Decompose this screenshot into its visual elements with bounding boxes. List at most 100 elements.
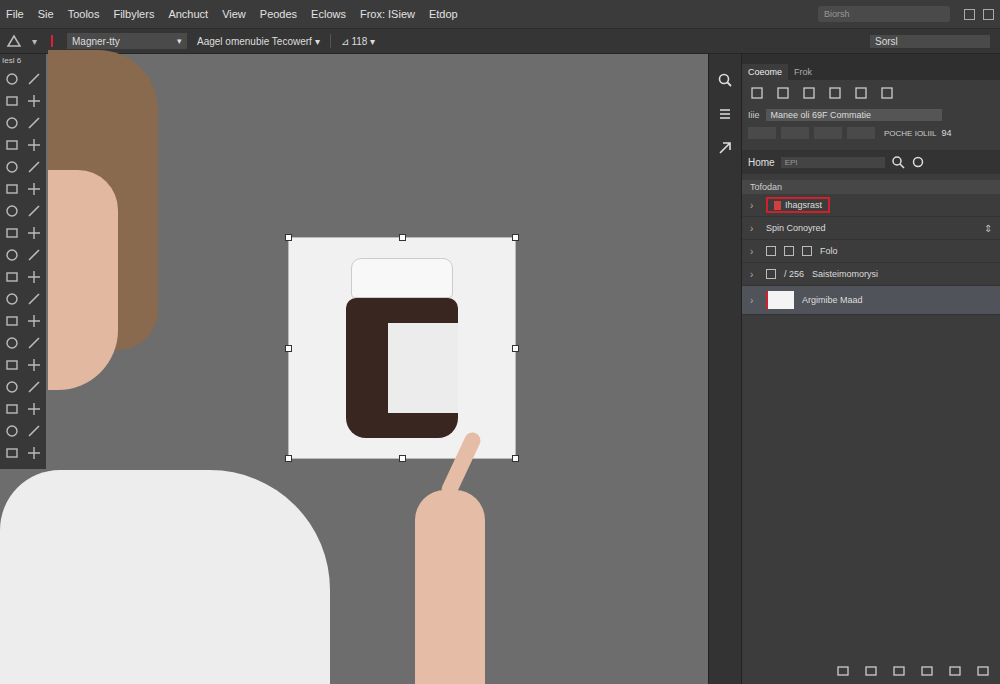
panel-action-icon[interactable]: [976, 664, 990, 678]
panel-action-icon[interactable]: [836, 664, 850, 678]
preset-field[interactable]: Manee oli 69F Commatie: [766, 109, 942, 121]
maximize-icon[interactable]: [983, 9, 994, 20]
tool-icon[interactable]: [26, 159, 42, 175]
option-button[interactable]: [781, 127, 809, 139]
tool-icon[interactable]: [4, 203, 20, 219]
row-number: 94: [941, 128, 951, 138]
size-select[interactable]: ⊿ 118 ▾: [341, 36, 376, 47]
options-row: POCHE IOLIIL94: [742, 124, 1000, 142]
tool-icon[interactable]: [26, 423, 42, 439]
tool-icon[interactable]: [4, 445, 20, 461]
tool-icon[interactable]: [4, 401, 20, 417]
menu-item[interactable]: Eclows: [311, 8, 346, 20]
tool-icon[interactable]: [26, 269, 42, 285]
panel-footer: [742, 660, 1000, 684]
arrow-icon[interactable]: [717, 140, 733, 156]
visibility-icon[interactable]: ›: [750, 295, 758, 306]
tool-icon[interactable]: [26, 115, 42, 131]
option-button[interactable]: [847, 127, 875, 139]
visibility-icon[interactable]: ›: [750, 246, 758, 257]
panel-tool-icon[interactable]: [802, 86, 816, 100]
layer-row[interactable]: ›Argimibe Maad: [742, 286, 1000, 315]
tool-icon[interactable]: [4, 225, 20, 241]
tool-icon[interactable]: [4, 115, 20, 131]
tool-preset-dropdown[interactable]: Magner-tty▾: [67, 33, 187, 49]
section-header: Tofodan: [742, 180, 1000, 194]
tool-icon[interactable]: [4, 71, 20, 87]
menu-item[interactable]: Toolos: [68, 8, 100, 20]
tool-icon[interactable]: [4, 357, 20, 373]
menu-item[interactable]: Frox: ISiew: [360, 8, 415, 20]
tool-icon[interactable]: [6, 34, 22, 48]
menu-item[interactable]: Etdop: [429, 8, 458, 20]
tool-icon[interactable]: [4, 379, 20, 395]
panel-tab[interactable]: Coeome: [742, 64, 788, 80]
tool-icon[interactable]: [26, 335, 42, 351]
home-field[interactable]: EPI: [781, 157, 885, 168]
tool-icon[interactable]: [26, 225, 42, 241]
person-photo: [48, 50, 338, 684]
tool-icon[interactable]: [4, 269, 20, 285]
panel-tool-icon[interactable]: [776, 86, 790, 100]
tool-icon[interactable]: [26, 247, 42, 263]
layer-row[interactable]: ›/ 256Saisteimomorysi: [742, 263, 1000, 286]
properties-icon[interactable]: [717, 106, 733, 122]
panel-action-icon[interactable]: [948, 664, 962, 678]
panel-tool-icon[interactable]: [828, 86, 842, 100]
refresh-icon[interactable]: [911, 155, 925, 169]
search-icon[interactable]: [891, 155, 905, 169]
tool-icon[interactable]: [4, 423, 20, 439]
tool-icon[interactable]: [26, 71, 42, 87]
menu-item[interactable]: View: [222, 8, 246, 20]
menu-item[interactable]: Peodes: [260, 8, 297, 20]
tool-icon[interactable]: [26, 357, 42, 373]
tool-icon[interactable]: [26, 401, 42, 417]
tool-icon[interactable]: [26, 379, 42, 395]
tool-icon[interactable]: [26, 291, 42, 307]
option-button[interactable]: [814, 127, 842, 139]
menu-bar: File Sie Toolos Filbylers Anchuct View Peodes E…: [0, 0, 1000, 29]
tool-icon[interactable]: [4, 335, 20, 351]
visibility-icon[interactable]: ›: [750, 223, 758, 234]
tool-icon[interactable]: [4, 159, 20, 175]
menu-item[interactable]: Filbylers: [113, 8, 154, 20]
tool-icon[interactable]: [4, 247, 20, 263]
menu-item[interactable]: Sie: [38, 8, 54, 20]
visibility-icon[interactable]: ›: [750, 200, 758, 211]
tool-icon[interactable]: [26, 93, 42, 109]
menu-item[interactable]: Anchuct: [168, 8, 208, 20]
tool-icon[interactable]: [26, 445, 42, 461]
search-icon[interactable]: [717, 72, 733, 88]
visibility-icon[interactable]: ›: [750, 269, 758, 280]
tool-icon[interactable]: [4, 313, 20, 329]
tool-icon[interactable]: [26, 203, 42, 219]
search-field[interactable]: Biorsh: [818, 6, 950, 22]
tool-icon[interactable]: [4, 137, 20, 153]
panel-tool-icon[interactable]: [854, 86, 868, 100]
layer-row[interactable]: ›Folo: [742, 240, 1000, 263]
panel-tabs: CoeomeFrok: [742, 54, 1000, 80]
tool-icon[interactable]: [4, 181, 20, 197]
panel-tab[interactable]: Frok: [788, 64, 818, 80]
tool-icon[interactable]: [26, 313, 42, 329]
minimize-icon[interactable]: [964, 9, 975, 20]
tool-icon[interactable]: [26, 181, 42, 197]
document-canvas[interactable]: [288, 237, 516, 459]
tool-bar: Iesl 6: [0, 54, 46, 469]
tool-icon[interactable]: [26, 137, 42, 153]
panel-action-icon[interactable]: [864, 664, 878, 678]
panel-action-icon[interactable]: [892, 664, 906, 678]
layer-row[interactable]: ›Spin Conoyred⇕: [742, 217, 1000, 240]
panel-tool-icon[interactable]: [880, 86, 894, 100]
mode-select[interactable]: Aagel omenubie Tecowerf ▾: [197, 36, 320, 47]
tool-icon[interactable]: [4, 291, 20, 307]
product-photo: [337, 258, 467, 438]
layer-row[interactable]: ›Ihagsrast: [742, 194, 1000, 217]
tool-icon[interactable]: [4, 93, 20, 109]
option-button[interactable]: [748, 127, 776, 139]
workspace-field[interactable]: Sorsl: [870, 35, 990, 48]
panel-action-icon[interactable]: [920, 664, 934, 678]
panel-tool-icon[interactable]: [750, 86, 764, 100]
caret-icon[interactable]: ▾: [32, 36, 37, 47]
menu-item[interactable]: File: [6, 8, 24, 20]
